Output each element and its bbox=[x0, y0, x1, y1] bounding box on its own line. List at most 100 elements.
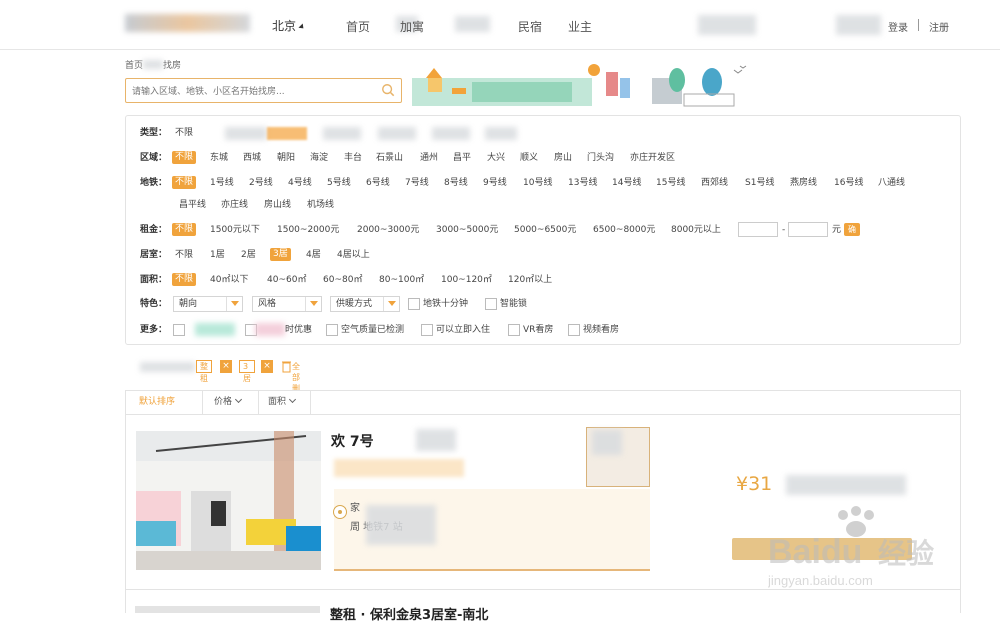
rent-option[interactable]: 2000~3000元 bbox=[357, 222, 419, 238]
sort-default[interactable]: 默认排序 bbox=[131, 391, 183, 414]
checkbox-smart-lock[interactable] bbox=[485, 298, 497, 310]
size-option[interactable]: 120㎡以上 bbox=[508, 272, 552, 288]
subway-option[interactable]: 6号线 bbox=[366, 175, 390, 191]
rent-max-input[interactable] bbox=[788, 222, 828, 237]
nav-owner[interactable]: 业主 bbox=[568, 18, 592, 35]
nav-home[interactable]: 首页 bbox=[346, 18, 370, 35]
next-listing-title[interactable]: 整租 · 保利金泉3居室-南北 bbox=[330, 604, 488, 623]
checkbox-vr-viewing[interactable] bbox=[508, 324, 520, 336]
type-option-blurred-2[interactable] bbox=[323, 127, 361, 140]
subway-option[interactable]: 14号线 bbox=[612, 175, 641, 191]
subway-option[interactable]: 八通线 bbox=[878, 175, 905, 191]
rooms-option-selected[interactable]: 3居 bbox=[270, 248, 291, 261]
city-selector[interactable]: 北京 bbox=[272, 17, 306, 34]
subway-option[interactable]: 10号线 bbox=[523, 175, 552, 191]
subway-option[interactable]: 15号线 bbox=[656, 175, 685, 191]
close-icon[interactable]: × bbox=[261, 360, 273, 373]
subway-option[interactable]: 西郊线 bbox=[701, 175, 728, 191]
checkbox-air-quality[interactable] bbox=[326, 324, 338, 336]
rooms-option[interactable]: 不限 bbox=[175, 247, 193, 263]
subway-option[interactable]: 5号线 bbox=[327, 175, 351, 191]
search-input[interactable] bbox=[126, 80, 366, 104]
size-option[interactable]: 不限 bbox=[172, 273, 197, 286]
area-option[interactable]: 不限 bbox=[172, 151, 197, 164]
area-option[interactable]: 门头沟 bbox=[587, 150, 614, 166]
area-option[interactable]: 海淀 bbox=[310, 150, 328, 166]
area-option[interactable]: 丰台 bbox=[344, 150, 362, 166]
rent-min-input[interactable] bbox=[738, 222, 778, 237]
rent-option[interactable]: 8000元以上 bbox=[671, 222, 721, 238]
checkbox-move-in-now[interactable] bbox=[421, 324, 433, 336]
subway-option[interactable]: 房山线 bbox=[264, 197, 291, 213]
area-option[interactable]: 通州 bbox=[420, 150, 438, 166]
rooms-option[interactable]: 2居 bbox=[241, 247, 256, 263]
rooms-option[interactable]: 4居以上 bbox=[337, 247, 370, 263]
area-option[interactable]: 东城 bbox=[210, 150, 228, 166]
subway-option[interactable]: 昌平线 bbox=[179, 197, 206, 213]
area-option[interactable]: 昌平 bbox=[453, 150, 471, 166]
search-icon[interactable] bbox=[381, 83, 395, 97]
rooms-option[interactable]: 1居 bbox=[210, 247, 225, 263]
checkbox-more-1[interactable] bbox=[173, 324, 185, 336]
size-option[interactable]: 60~80㎡ bbox=[323, 272, 362, 288]
more-option-blurred[interactable] bbox=[195, 323, 235, 336]
subway-option[interactable]: 燕房线 bbox=[790, 175, 817, 191]
breadcrumb-home[interactable]: 首页 bbox=[125, 61, 143, 71]
area-option[interactable]: 亦庄开发区 bbox=[630, 150, 675, 166]
checkbox-video-viewing[interactable] bbox=[568, 324, 580, 336]
header-blurred-user[interactable] bbox=[836, 15, 881, 35]
size-option[interactable]: 40~60㎡ bbox=[267, 272, 306, 288]
subway-option[interactable]: 9号线 bbox=[483, 175, 507, 191]
rent-option[interactable]: 1500元以下 bbox=[210, 222, 260, 238]
site-logo[interactable] bbox=[125, 14, 250, 32]
next-listing-photo[interactable] bbox=[135, 606, 320, 613]
style-dropdown[interactable]: 风格 bbox=[252, 296, 322, 312]
more-option-blurred-2[interactable] bbox=[255, 323, 285, 336]
area-option[interactable]: 房山 bbox=[554, 150, 572, 166]
area-option[interactable]: 大兴 bbox=[487, 150, 505, 166]
subway-option[interactable]: 16号线 bbox=[834, 175, 863, 191]
rent-option[interactable]: 6500~8000元 bbox=[593, 222, 655, 238]
subway-option[interactable]: 4号线 bbox=[288, 175, 312, 191]
rent-confirm-button[interactable]: 确定 bbox=[844, 223, 860, 247]
type-option-blurred[interactable] bbox=[225, 127, 267, 140]
subway-option[interactable]: 亦庄线 bbox=[221, 197, 248, 213]
subway-option[interactable]: 13号线 bbox=[568, 175, 597, 191]
subway-option[interactable]: S1号线 bbox=[745, 175, 774, 191]
size-option[interactable]: 40㎡以下 bbox=[210, 272, 248, 288]
type-option-blurred-3[interactable] bbox=[378, 127, 416, 140]
type-option-blurred-5[interactable] bbox=[485, 127, 517, 140]
type-option-any[interactable]: 不限 bbox=[175, 125, 193, 141]
sort-area[interactable]: 面积 bbox=[260, 391, 303, 414]
login-link[interactable]: 登录 bbox=[888, 19, 908, 34]
rent-option[interactable]: 5000~6500元 bbox=[514, 222, 576, 238]
header-blurred-link[interactable] bbox=[698, 15, 756, 35]
register-link[interactable]: 注册 bbox=[929, 19, 949, 34]
area-option[interactable]: 顺义 bbox=[520, 150, 538, 166]
size-option[interactable]: 80~100㎡ bbox=[379, 272, 424, 288]
area-option[interactable]: 石景山 bbox=[376, 150, 403, 166]
size-option[interactable]: 100~120㎡ bbox=[441, 272, 492, 288]
listing-title[interactable]: 欢 7号 bbox=[331, 431, 374, 451]
subway-option[interactable]: 2号线 bbox=[249, 175, 273, 191]
orientation-dropdown[interactable]: 朝向 bbox=[173, 296, 243, 312]
checkbox-subway-10min[interactable] bbox=[408, 298, 420, 310]
trash-icon[interactable] bbox=[282, 360, 291, 373]
rent-option[interactable]: 不限 bbox=[172, 223, 197, 236]
area-option[interactable]: 朝阳 bbox=[277, 150, 295, 166]
subway-option[interactable]: 8号线 bbox=[444, 175, 468, 191]
rooms-option[interactable]: 4居 bbox=[306, 247, 321, 263]
type-option-blurred-4[interactable] bbox=[432, 127, 470, 140]
close-icon[interactable]: × bbox=[220, 360, 232, 373]
subway-option[interactable]: 不限 bbox=[172, 176, 197, 189]
rent-option[interactable]: 3000~5000元 bbox=[436, 222, 498, 238]
subway-option[interactable]: 机场线 bbox=[307, 197, 334, 213]
nav-apartment[interactable]: 加寓 bbox=[400, 18, 424, 35]
subway-option[interactable]: 1号线 bbox=[210, 175, 234, 191]
sort-price[interactable]: 价格 bbox=[206, 391, 249, 414]
rent-option[interactable]: 1500~2000元 bbox=[277, 222, 339, 238]
nav-homestay[interactable]: 民宿 bbox=[518, 18, 542, 35]
heating-dropdown[interactable]: 供暖方式 bbox=[330, 296, 400, 312]
type-option-selected-blurred[interactable] bbox=[267, 127, 307, 140]
nav-blurred-item[interactable] bbox=[455, 16, 490, 32]
